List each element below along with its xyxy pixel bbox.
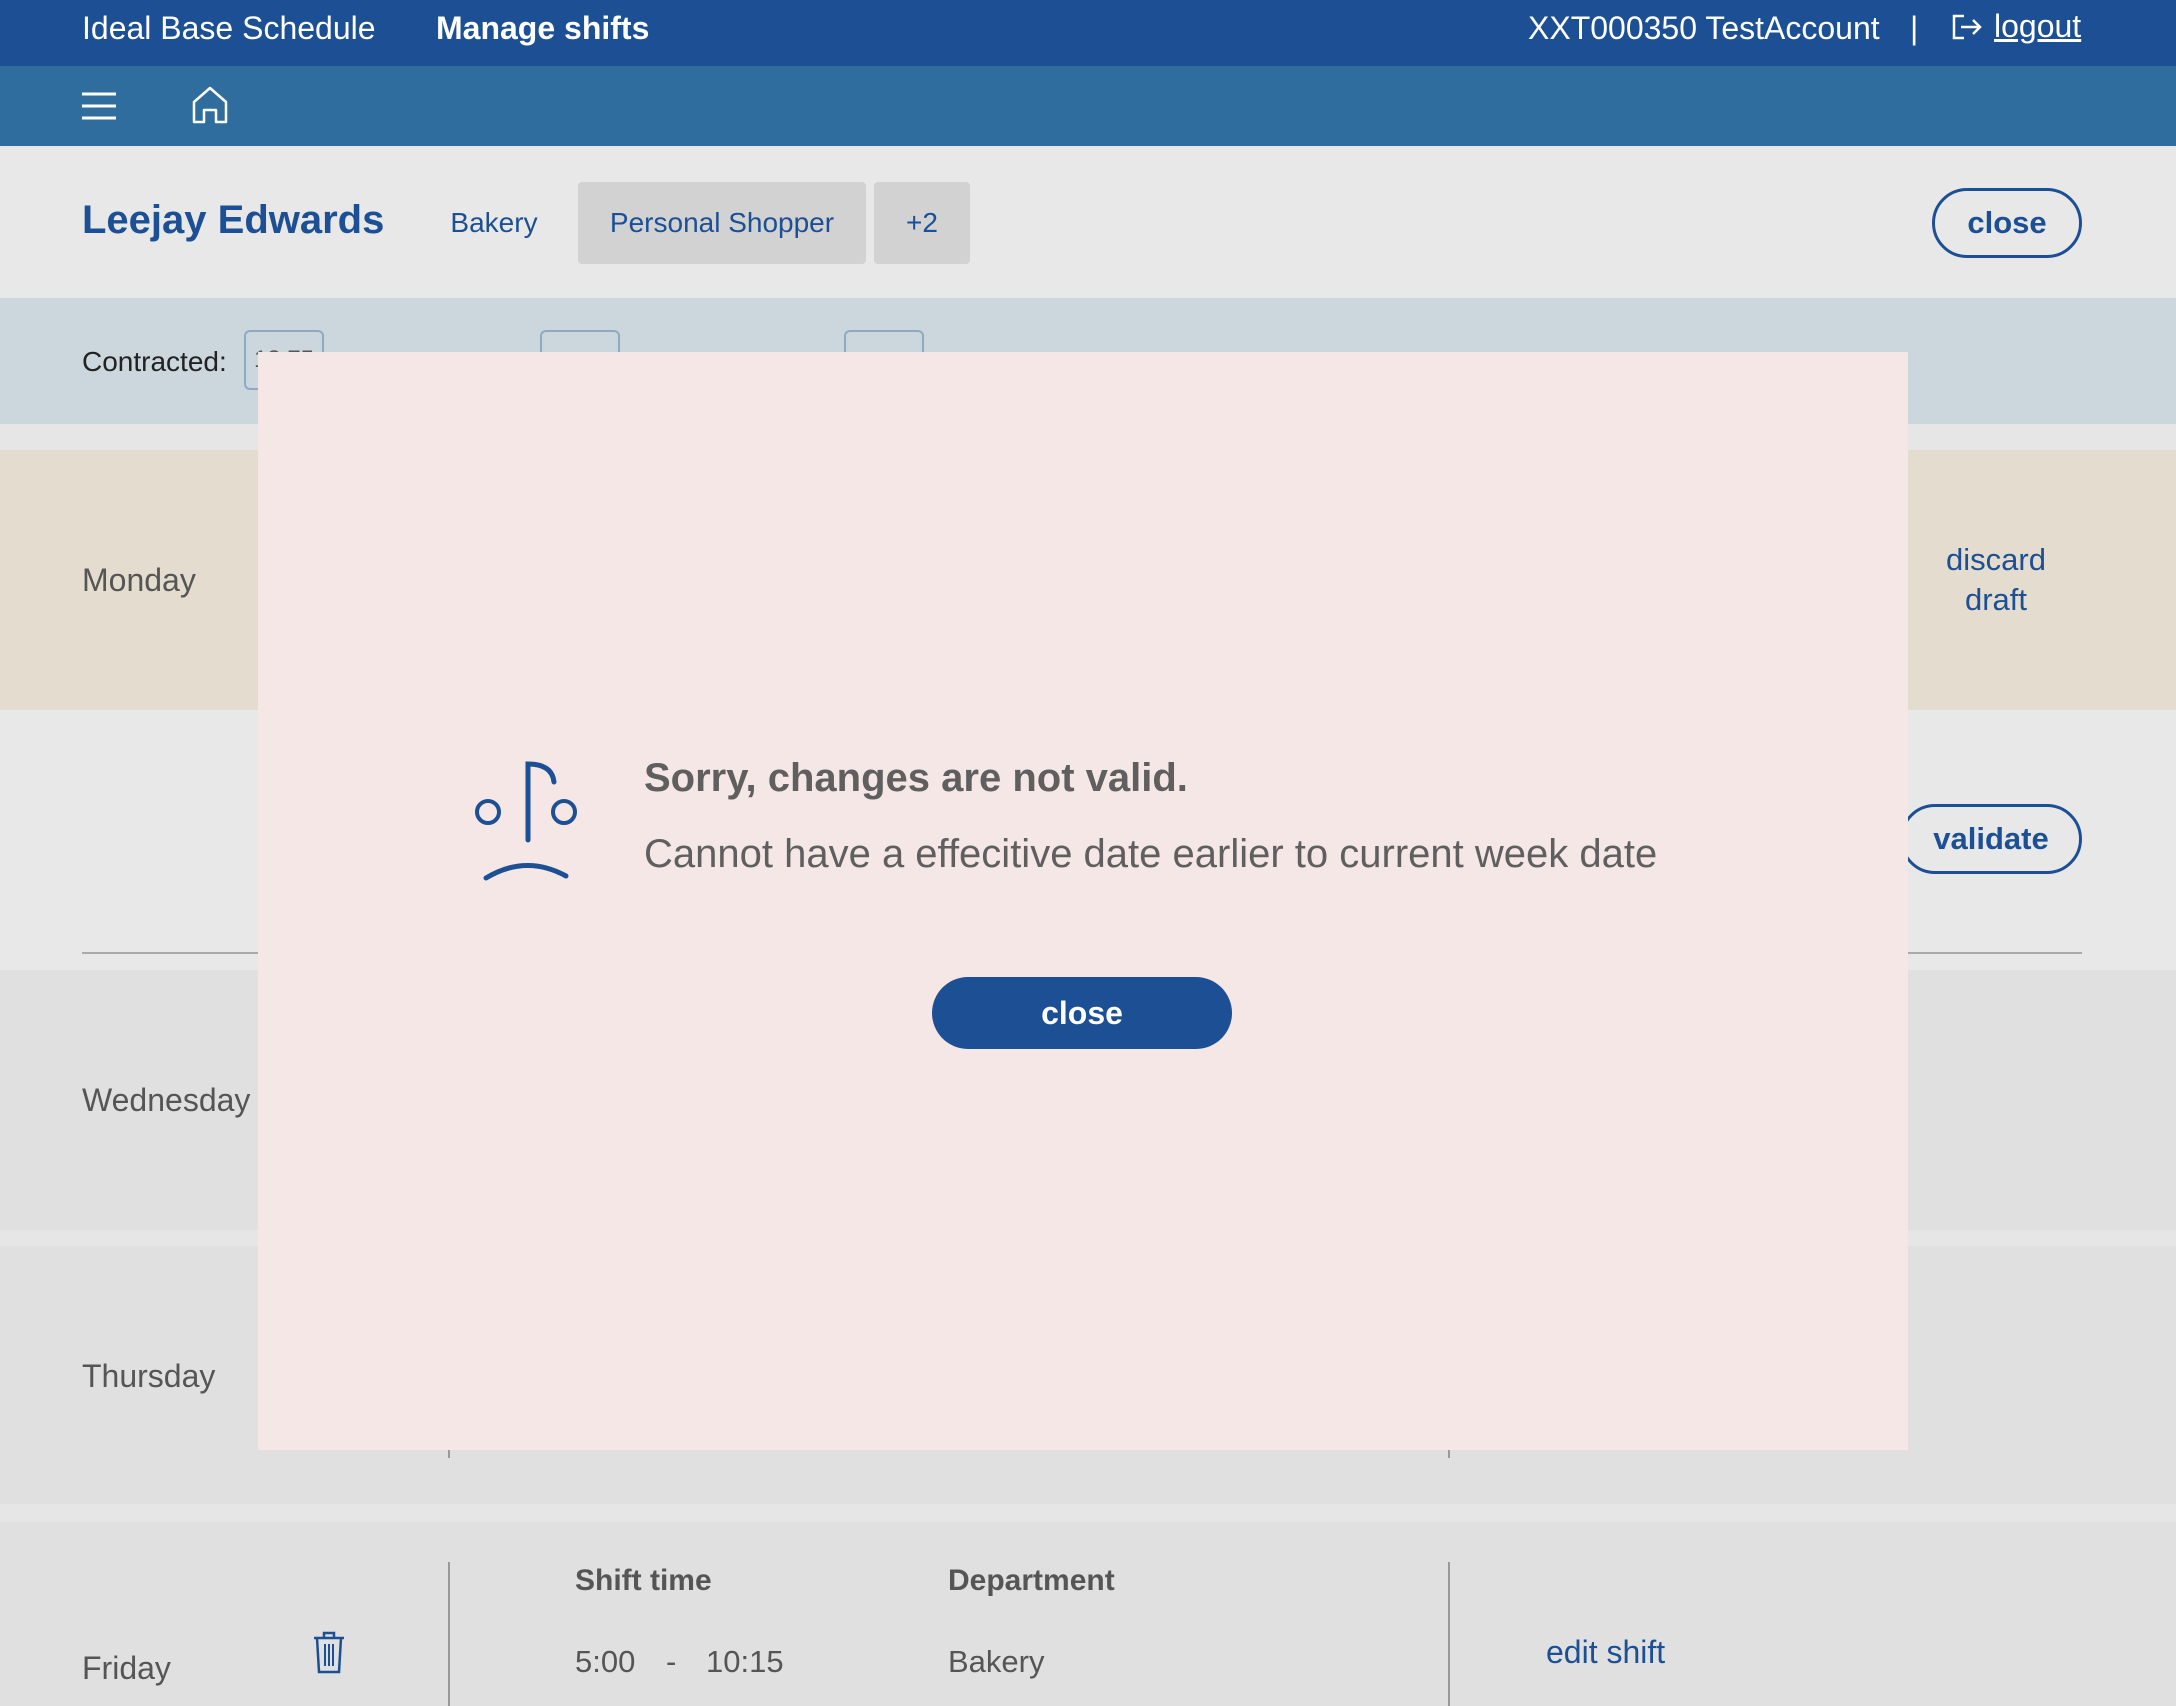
shift-time-dash: -: [666, 1644, 677, 1679]
shift-time-header: Shift time: [575, 1564, 712, 1597]
trash-icon[interactable]: [312, 1630, 346, 1674]
logout-link[interactable]: logout: [1994, 8, 2081, 45]
account-name: XXT000350 TestAccount: [1528, 10, 1880, 46]
page-title: Manage shifts: [436, 10, 650, 46]
tag-bakery[interactable]: Bakery: [432, 182, 556, 264]
logout[interactable]: logout: [1950, 8, 2081, 45]
modal-close-button[interactable]: close: [932, 977, 1232, 1049]
tag-personal-shopper[interactable]: Personal Shopper: [578, 182, 866, 264]
error-modal: Sorry, changes are not valid. Cannot hav…: [258, 352, 1908, 1450]
day-label-friday: Friday: [82, 1650, 171, 1686]
column-divider: [1448, 1562, 1450, 1706]
app-title: Ideal Base Schedule: [82, 10, 376, 46]
tag-more[interactable]: +2: [874, 182, 970, 264]
employee-name: Leejay Edwards: [82, 198, 385, 242]
column-divider: [448, 1562, 450, 1706]
error-title: Sorry, changes are not valid.: [644, 756, 1188, 800]
day-row-friday: Friday Shift time Department 5:00 - 10:1…: [0, 1522, 2176, 1706]
error-message: Cannot have a effecitive date earlier to…: [644, 832, 1658, 876]
day-label-wednesday: Wednesday: [82, 1082, 251, 1118]
day-label-monday: Monday: [82, 562, 196, 598]
discard-draft-link[interactable]: discard draft: [1916, 540, 2076, 620]
sad-face-icon: [475, 761, 577, 881]
shift-end-time: 10:15: [706, 1644, 784, 1679]
department-header: Department: [948, 1564, 1115, 1597]
day-label-thursday: Thursday: [82, 1358, 216, 1394]
close-employee-button[interactable]: close: [1932, 188, 2082, 258]
logout-icon: [1952, 14, 1982, 39]
contracted-label: Contracted:: [82, 346, 227, 377]
nav-bar: [0, 66, 2176, 146]
employee-header: Leejay Edwards Bakery Personal Shopper +…: [0, 146, 2176, 298]
home-icon[interactable]: [190, 84, 230, 126]
edit-shift-link[interactable]: edit shift: [1546, 1634, 1665, 1671]
hamburger-menu-icon[interactable]: [82, 88, 116, 124]
shift-start-time: 5:00: [575, 1644, 636, 1679]
shift-department: Bakery: [948, 1644, 1045, 1679]
validate-button[interactable]: validate: [1900, 804, 2082, 874]
top-bar: Ideal Base Schedule Manage shifts XXT000…: [0, 0, 2176, 66]
header-separator: |: [1910, 10, 1919, 46]
